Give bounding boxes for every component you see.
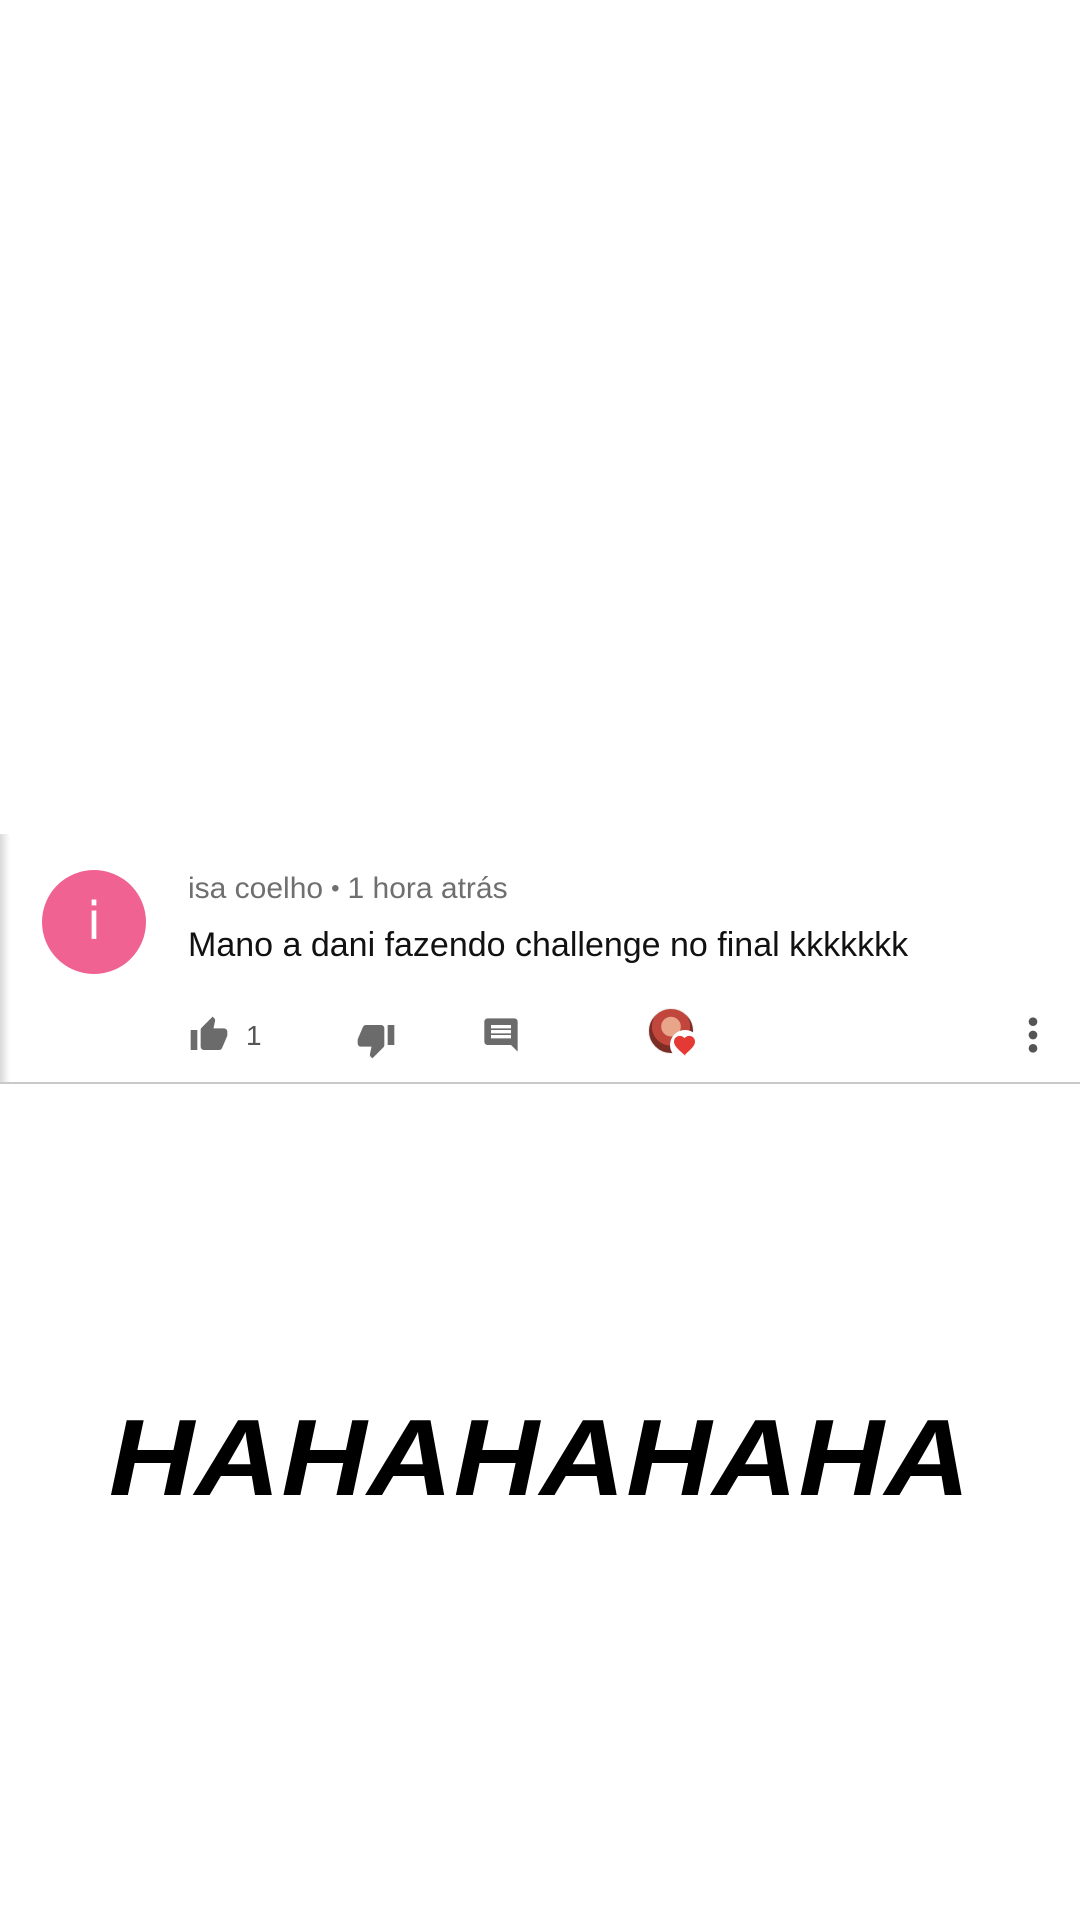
thumbs-up-icon <box>190 1016 228 1050</box>
thumbs-down-icon <box>357 1025 395 1059</box>
comment-text: Mano a dani fazendo challenge no final k… <box>188 926 909 964</box>
comment-card: i isa coelho • 1 hora atrás Mano a dani fa… <box>0 834 1080 1084</box>
overlay-caption: HAHAHAHAHA <box>108 1397 972 1519</box>
meta-separator: • <box>331 875 340 902</box>
reply-button[interactable] <box>480 1014 522 1056</box>
more-vertical-icon <box>1028 1017 1038 1053</box>
author-name[interactable]: isa coelho <box>188 872 323 905</box>
more-options-button[interactable] <box>1018 1012 1048 1058</box>
like-count: 1 <box>246 1020 262 1051</box>
author-avatar[interactable]: i <box>42 870 146 974</box>
comment-time: 1 hora atrás <box>347 872 508 905</box>
reply-comment-icon <box>484 1018 518 1052</box>
like-button[interactable] <box>186 1012 232 1058</box>
comment-meta: isa coelho • 1 hora atrás <box>188 872 508 906</box>
creator-heart-icon <box>670 1030 700 1060</box>
dislike-button[interactable] <box>354 1018 398 1062</box>
avatar-letter: i <box>86 892 102 952</box>
creator-heart-button[interactable] <box>648 1008 700 1060</box>
comment-actions: 1 <box>0 1008 1080 1068</box>
